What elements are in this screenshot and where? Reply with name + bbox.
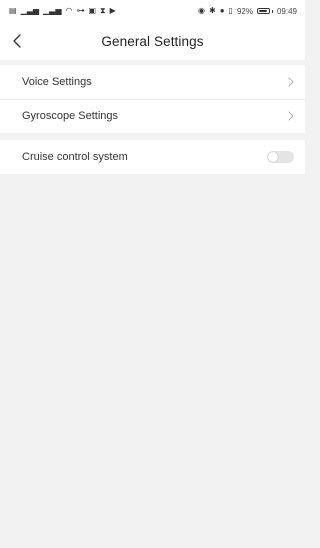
gyroscope-settings-label: Gyroscope Settings — [22, 110, 118, 122]
wifi-icon: ◠ — [65, 6, 73, 15]
alarm-icon: ◉ — [198, 6, 205, 15]
cruise-control-row: Cruise control system — [0, 140, 305, 174]
settings-group-main: Voice Settings Gyroscope Settings — [0, 65, 305, 133]
status-bar-right: ◉ ✱ ● ▯ 92% 09:49 — [198, 7, 297, 16]
battery-icon — [256, 8, 273, 14]
media-icon: ▶ — [109, 6, 116, 15]
signal-icon: ▁▃▅ — [43, 6, 62, 15]
toggle-knob — [268, 152, 278, 162]
vibrate-icon: ▯ — [228, 6, 233, 15]
status-bar: ▤ ▁▃▅ ▁▃▅ ◠ ⊶ ▣ ⧗ ▶ ◉ ✱ ● ▯ 92% 09:49 — [0, 0, 305, 22]
signal-icon: ▁▃▅ — [20, 6, 40, 15]
voice-settings-label: Voice Settings — [22, 76, 92, 88]
voice-settings-row[interactable]: Voice Settings — [0, 65, 305, 99]
status-bar-left: ▤ ▁▃▅ ▁▃▅ ◠ ⊶ ▣ ⧗ ▶ — [9, 7, 116, 15]
status-time: 09:49 — [276, 6, 297, 16]
gyroscope-settings-row[interactable]: Gyroscope Settings — [0, 99, 305, 133]
bluetooth-icon: ✱ — [209, 6, 216, 15]
nfc-icon: ▣ — [88, 6, 97, 15]
settings-group-cruise: Cruise control system — [0, 140, 305, 174]
cruise-control-toggle[interactable] — [267, 151, 294, 163]
chevron-right-icon — [288, 77, 294, 87]
hd-icon: ▤ — [9, 6, 17, 15]
back-button[interactable] — [12, 22, 36, 60]
cruise-control-label: Cruise control system — [22, 151, 128, 163]
header: General Settings — [0, 22, 305, 60]
battery-percent: 92% — [236, 6, 253, 16]
page-title: General Settings — [101, 33, 204, 49]
hourglass-icon: ⧗ — [100, 6, 106, 15]
section-spacer — [0, 133, 305, 140]
location-icon: ● — [219, 6, 225, 15]
vpn-key-icon: ⊶ — [76, 6, 85, 15]
chevron-left-icon — [13, 34, 21, 48]
chevron-right-icon — [288, 111, 294, 121]
